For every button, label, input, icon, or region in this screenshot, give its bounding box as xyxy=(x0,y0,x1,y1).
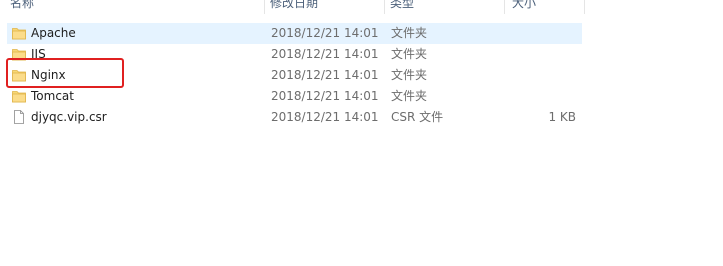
file-row-nginx[interactable]: Nginx 2018/12/21 14:01 文件夹 xyxy=(7,65,582,86)
column-header: 名称 修改日期 类型 大小 xyxy=(0,0,585,14)
file-date: 2018/12/21 14:01 xyxy=(271,47,379,61)
file-name: Nginx xyxy=(31,68,66,82)
column-divider[interactable] xyxy=(384,0,385,14)
folder-icon xyxy=(12,70,26,82)
file-name: Tomcat xyxy=(31,89,74,103)
file-type: CSR 文件 xyxy=(391,110,444,124)
column-header-name[interactable]: 名称 xyxy=(10,0,34,14)
file-name: Apache xyxy=(31,26,76,40)
file-type: 文件夹 xyxy=(391,68,428,82)
column-divider[interactable] xyxy=(264,0,265,14)
file-date: 2018/12/21 14:01 xyxy=(271,26,379,40)
folder-icon xyxy=(12,91,26,103)
folder-icon xyxy=(12,28,26,40)
file-name: djyqc.vip.csr xyxy=(31,110,107,124)
file-type: 文件夹 xyxy=(391,26,428,40)
file-explorer: 名称 修改日期 类型 大小 Apache 2018/12/21 14:01 文件… xyxy=(0,0,723,266)
folder-icon xyxy=(12,49,26,61)
file-row-tomcat[interactable]: Tomcat 2018/12/21 14:01 文件夹 xyxy=(7,86,582,107)
file-name: IIS xyxy=(31,47,46,61)
file-date: 2018/12/21 14:01 xyxy=(271,89,379,103)
column-divider[interactable] xyxy=(584,0,585,14)
file-row-csr[interactable]: djyqc.vip.csr 2018/12/21 14:01 CSR 文件 1 … xyxy=(7,107,582,128)
file-date: 2018/12/21 14:01 xyxy=(271,68,379,82)
file-list: Apache 2018/12/21 14:01 文件夹 IIS 2018/12/… xyxy=(7,23,582,128)
file-type: 文件夹 xyxy=(391,47,428,61)
column-header-date[interactable]: 修改日期 xyxy=(270,0,318,14)
column-divider[interactable] xyxy=(504,0,505,14)
column-header-size[interactable]: 大小 xyxy=(512,0,536,14)
column-header-type[interactable]: 类型 xyxy=(390,0,414,14)
file-type: 文件夹 xyxy=(391,89,428,103)
file-row-apache[interactable]: Apache 2018/12/21 14:01 文件夹 xyxy=(7,23,582,44)
file-row-iis[interactable]: IIS 2018/12/21 14:01 文件夹 xyxy=(7,44,582,65)
file-date: 2018/12/21 14:01 xyxy=(271,110,379,124)
file-size: 1 KB xyxy=(548,110,576,124)
document-icon xyxy=(14,110,24,124)
